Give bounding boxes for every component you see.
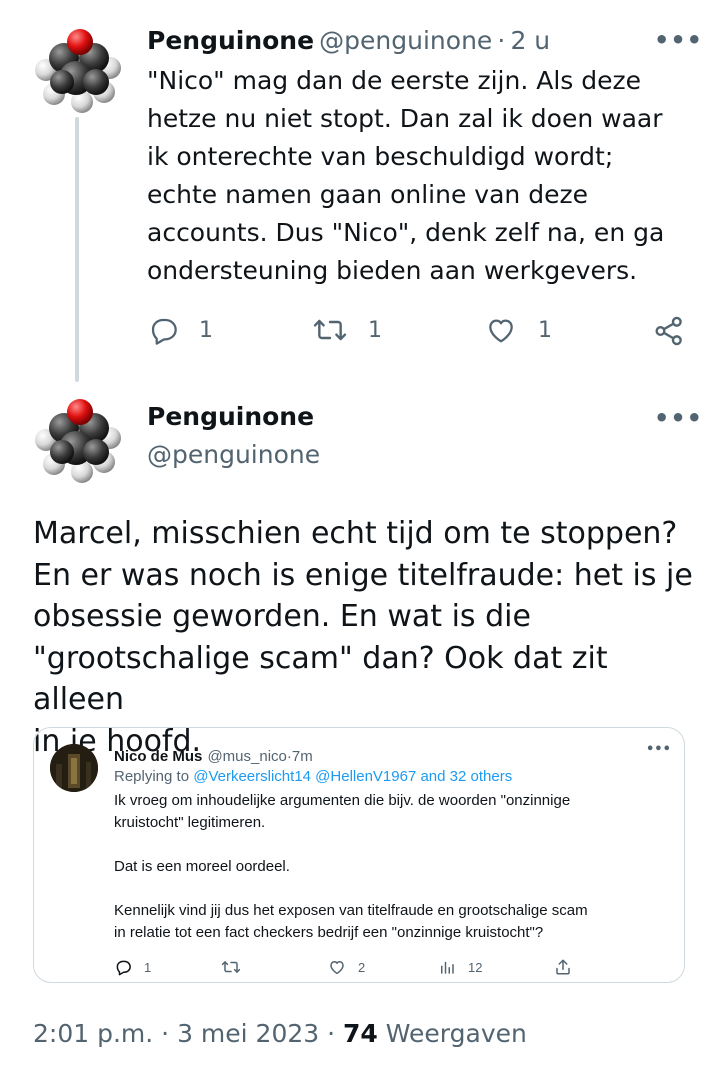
tweet-time[interactable]: 7m: [292, 748, 313, 765]
text-line: Ik vroeg om inhoudelijke argumenten die …: [114, 792, 571, 809]
retweet-button[interactable]: 1: [312, 314, 382, 346]
text-line: [114, 878, 674, 900]
reply-button[interactable]: 1: [147, 314, 213, 346]
author-name[interactable]: Penguinone: [147, 26, 314, 55]
more-icon[interactable]: •••: [654, 404, 703, 432]
like-count: 1: [538, 317, 552, 343]
reply-count: 1: [144, 959, 152, 975]
more-icon[interactable]: •••: [646, 742, 671, 757]
reply-icon: [116, 960, 131, 976]
text-line: hetze nu niet stopt. Dan zal ik doen waa…: [147, 104, 663, 133]
author-handle[interactable]: @mus_nico: [207, 748, 286, 765]
views-icon: [441, 961, 454, 974]
tweet-date[interactable]: 3 mei 2023: [177, 1019, 319, 1048]
text-line: ondersteuning bieden aan werkgevers.: [147, 256, 638, 285]
share-icon: [655, 316, 682, 346]
replying-prefix: Replying to: [114, 768, 190, 785]
views-count: 12: [468, 959, 483, 975]
photo-avatar-icon: [50, 744, 98, 792]
like-icon: [330, 961, 344, 975]
avatar[interactable]: [24, 22, 134, 117]
retweet-button[interactable]: [221, 958, 241, 976]
quote-header: Nico de Mus @mus_nico·7m: [114, 746, 313, 765]
text-line: "grootschalige scam" dan? Ook dat zit al…: [33, 640, 608, 718]
share-button[interactable]: [652, 314, 686, 352]
separator: ·: [497, 26, 506, 55]
separator: ·: [327, 1019, 336, 1048]
like-icon: [489, 319, 513, 343]
tweet-footer: 2:01 p.m. · 3 mei 2023 · 74 Weergaven: [33, 1019, 527, 1048]
text-line: Dat is een moreel oordeel.: [114, 858, 290, 875]
reply-count: 1: [199, 317, 213, 343]
quoted-tweet[interactable]: Nico de Mus @mus_nico·7m ••• Replying to…: [33, 727, 685, 983]
text-line: kruistocht" legitimeren.: [114, 814, 266, 831]
separator: ·: [161, 1019, 170, 1048]
reply-tweet-header: Penguinone @penguinone · 2 u: [147, 26, 550, 55]
tweet-time[interactable]: 2:01 p.m.: [33, 1019, 153, 1048]
avatar[interactable]: [24, 392, 134, 487]
text-line: Kennelijk vind jij dus het exposen van t…: [114, 902, 588, 919]
author-handle[interactable]: @penguinone: [147, 440, 320, 469]
author-name[interactable]: Nico de Mus: [114, 748, 202, 765]
text-line: ik onterechte van beschuldigd wordt;: [147, 142, 614, 171]
text-line: accounts. Dus "Nico", denk zelf na, en g…: [147, 218, 665, 247]
share-icon: [556, 959, 570, 975]
retweet-icon: [221, 961, 241, 973]
views-button[interactable]: 12: [438, 958, 482, 976]
more-icon[interactable]: •••: [654, 26, 703, 54]
text-line: Marcel, misschien echt tijd om te stoppe…: [33, 516, 678, 551]
avatar[interactable]: [50, 744, 98, 792]
reply-icon: [151, 318, 177, 345]
views-count: 74: [343, 1019, 378, 1048]
share-button[interactable]: [554, 958, 572, 976]
like-button[interactable]: 2: [328, 958, 365, 976]
molecule-avatar-icon: [35, 29, 121, 113]
tweet-text: Marcel, misschien echt tijd om te stoppe…: [33, 513, 703, 762]
text-line: obsessie geworden. En wat is die: [33, 599, 531, 634]
replying-to: Replying to @Verkeerslicht14 @HellenV196…: [114, 768, 512, 785]
text-line: [114, 834, 674, 856]
like-button[interactable]: 1: [484, 314, 552, 346]
reply-button[interactable]: 1: [114, 958, 151, 976]
views-label: Weergaven: [385, 1019, 527, 1048]
text-line: echte namen gaan online van deze: [147, 180, 588, 209]
tweet-text: "Nico" mag dan de eerste zijn. Als deze …: [147, 62, 687, 290]
like-count: 2: [358, 959, 366, 975]
retweet-icon: [313, 319, 347, 341]
molecule-avatar-icon: [35, 399, 121, 483]
author-name[interactable]: Penguinone: [147, 402, 314, 431]
replying-to-link[interactable]: @Verkeerslicht14 @HellenV1967 and 32 oth…: [193, 768, 512, 785]
author-handle[interactable]: @penguinone: [319, 26, 492, 55]
thread-line: [75, 117, 79, 382]
quote-text: Ik vroeg om inhoudelijke argumenten die …: [114, 790, 674, 944]
tweet-time[interactable]: 2 u: [510, 26, 550, 55]
text-line: En er was noch is enige titelfraude: het…: [33, 557, 693, 593]
text-line: in relatie tot een fact checkers bedrijf…: [114, 924, 544, 941]
text-line: "Nico" mag dan de eerste zijn. Als deze: [147, 66, 642, 95]
retweet-count: 1: [368, 317, 382, 343]
